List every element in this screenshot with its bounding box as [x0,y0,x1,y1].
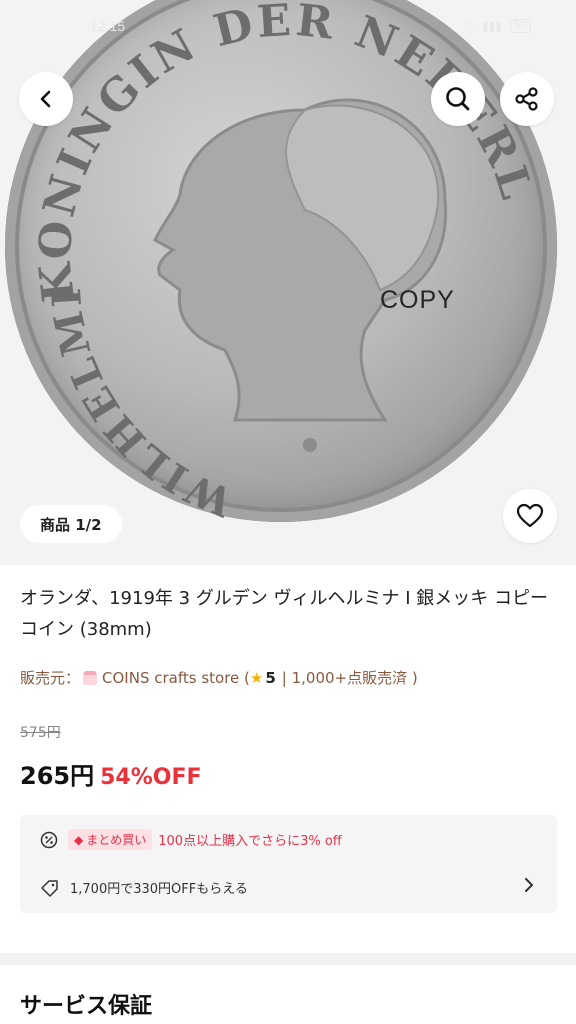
back-button[interactable] [19,72,73,126]
battery-icon: 50 [509,19,531,33]
promo-card: ◆ まとめ買い 100点以上購入でさらに3% off 1,700円で330円OF… [20,815,557,913]
seller-info[interactable]: 販売元： COINS crafts store ( ★ 5 | 1,000+点販… [20,667,418,688]
store-name[interactable]: COINS crafts store ( [102,669,250,687]
percent-badge-icon [40,831,58,848]
bulk-discount-row[interactable]: ◆ まとめ買い 100点以上購入でさらに3% off [40,829,342,850]
product-image-carousel[interactable]: KONINGIN DER NEDERLANDEN WILHELMINA COPY… [0,0,576,565]
coupon-row[interactable]: 1,700円で330円OFFもらえる [40,878,248,897]
search-button[interactable] [431,72,485,126]
wifi-icon: ◠ [463,19,475,33]
wishlist-button[interactable] [503,489,557,543]
seller-label: 販売元： [20,669,81,687]
sold-count: | 1,000+点販売済 ) [281,669,418,687]
current-price: 265円 [20,762,95,790]
bulk-buy-text: 100点以上購入でさらに3% off [158,834,342,849]
bulk-buy-tag-label: まとめ買い [86,833,147,847]
store-icon [83,670,98,685]
section-divider [0,953,576,965]
product-title: オランダ、1919年 3 グルデン ヴィルヘルミナ I 銀メッキ コピー コイン… [20,588,548,640]
chevron-left-icon [40,90,51,108]
discount-badge: 54%OFF [100,765,202,790]
image-counter: 商品 1/2 [20,505,122,543]
coupon-tag-icon [41,879,58,897]
service-guarantee-heading: サービス保証 [20,994,153,1019]
original-price: 575円 [20,725,61,741]
share-icon [515,87,538,111]
bulk-buy-tag: ◆ まとめ買い [68,829,153,850]
status-bar: 12:15 ◠ ▮▮▮ 50 [0,0,576,56]
store-rating: 5 [265,668,276,687]
status-time: 12:15 [90,18,126,34]
chevron-right-icon[interactable] [523,877,535,893]
heart-icon [516,503,544,528]
share-button[interactable] [500,72,554,126]
coupon-text: 1,700円で330円OFFもらえる [70,882,248,897]
star-icon: ★ [249,668,264,687]
tag-icon: ◆ [74,832,84,847]
status-icons: ◠ ▮▮▮ 50 [464,19,531,33]
price-row: 265円 54%OFF [20,756,202,791]
signal-icon: ▮▮▮ [482,19,502,33]
search-icon [446,87,470,111]
copy-stamp: COPY [380,286,455,314]
